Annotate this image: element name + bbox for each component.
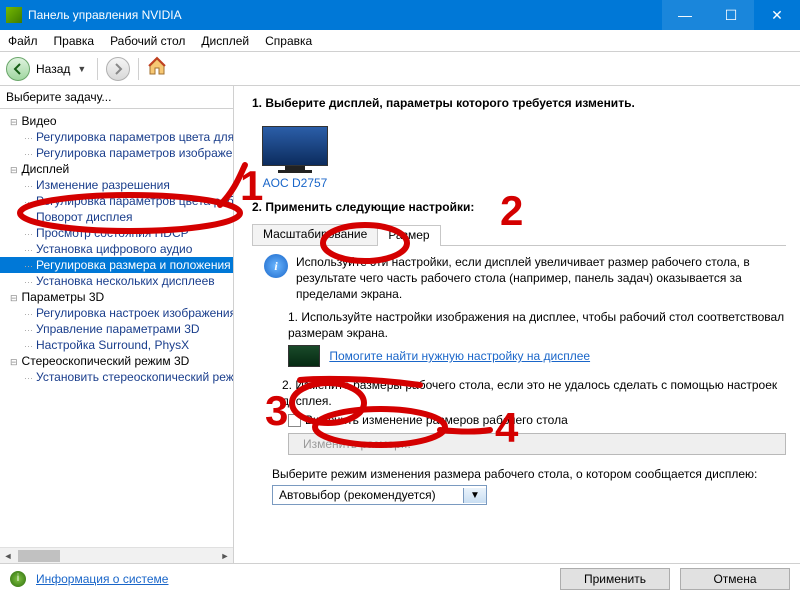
footer: i Информация о системе Применить Отмена	[0, 563, 800, 593]
close-button[interactable]: ✕	[754, 0, 800, 30]
tree-item-selected[interactable]: Регулировка размера и положения рабо	[0, 257, 233, 273]
home-icon	[147, 56, 167, 76]
titlebar: Панель управления NVIDIA — ☐ ✕	[0, 0, 800, 30]
minimize-button[interactable]: —	[662, 0, 708, 30]
tab-size[interactable]: Размер	[377, 225, 440, 246]
arrow-right-icon	[112, 63, 124, 75]
maximize-button[interactable]: ☐	[708, 0, 754, 30]
substep-2: 2. Измените размеры рабочего стола, если…	[282, 377, 786, 409]
menu-edit[interactable]: Правка	[46, 34, 103, 48]
tree-item[interactable]: Просмотр состояния HDCP	[0, 225, 233, 241]
scroll-left-arrow[interactable]: ◄	[0, 551, 16, 561]
tree-cat-3d[interactable]: Параметры 3D	[0, 289, 233, 305]
tabstrip: Масштабирование Размер	[252, 224, 786, 246]
info-icon: i	[264, 254, 288, 278]
resize-button[interactable]: Изменить размер...	[288, 433, 786, 455]
menu-display[interactable]: Дисплей	[193, 34, 257, 48]
tree-cat-stereo[interactable]: Стереоскопический режим 3D	[0, 353, 233, 369]
arrow-left-icon	[12, 63, 24, 75]
monitor-icon	[262, 126, 328, 172]
checkbox-label: Включить изменение размеров рабочего сто…	[305, 413, 568, 427]
mode-combobox[interactable]: Автовыбор (рекомендуется) ▼	[272, 485, 487, 505]
tree-item[interactable]: Управление параметрами 3D	[0, 321, 233, 337]
back-button[interactable]	[6, 57, 30, 81]
tree-item[interactable]: Изменение разрешения	[0, 177, 233, 193]
tree-item[interactable]: Регулировка параметров цвета для вид	[0, 129, 233, 145]
menu-desktop[interactable]: Рабочий стол	[102, 34, 193, 48]
step2-heading: 2. Применить следующие настройки:	[252, 200, 786, 214]
enable-resize-checkbox[interactable]	[288, 414, 301, 427]
display-settings-icon	[288, 345, 320, 367]
tree-body[interactable]: Видео Регулировка параметров цвета для в…	[0, 109, 233, 547]
menu-help[interactable]: Справка	[257, 34, 320, 48]
tree-item[interactable]: Регулировка параметров цвета рабочег	[0, 193, 233, 209]
tree-item[interactable]: Установить стереоскопический режим 3	[0, 369, 233, 385]
content-pane: 1. Выберите дисплей, параметры которого …	[234, 86, 800, 563]
tree-cat-video[interactable]: Видео	[0, 113, 233, 129]
menubar: Файл Правка Рабочий стол Дисплей Справка	[0, 30, 800, 52]
back-dropdown[interactable]: ▼	[74, 64, 89, 74]
tree-header: Выберите задачу...	[0, 86, 233, 109]
window-title: Панель управления NVIDIA	[28, 8, 182, 22]
chevron-down-icon: ▼	[463, 488, 486, 503]
cancel-button[interactable]: Отмена	[680, 568, 790, 590]
task-tree: Выберите задачу... Видео Регулировка пар…	[0, 86, 234, 563]
system-info-icon: i	[10, 571, 26, 587]
system-info-link[interactable]: Информация о системе	[36, 572, 168, 586]
forward-button[interactable]	[106, 57, 130, 81]
mode-label: Выберите режим изменения размера рабочег…	[272, 467, 786, 481]
substep-1: 1. Используйте настройки изображения на …	[288, 309, 786, 341]
tree-item[interactable]: Установка нескольких дисплеев	[0, 273, 233, 289]
tree-item[interactable]: Регулировка параметров изображения д	[0, 145, 233, 161]
tree-item[interactable]: Настройка Surround, PhysX	[0, 337, 233, 353]
info-text: Используйте эти настройки, если дисплей …	[296, 254, 786, 303]
combobox-value: Автовыбор (рекомендуется)	[273, 486, 463, 504]
apply-button[interactable]: Применить	[560, 568, 670, 590]
step1-heading: 1. Выберите дисплей, параметры которого …	[252, 96, 786, 110]
tree-item[interactable]: Установка цифрового аудио	[0, 241, 233, 257]
nvidia-icon	[6, 7, 22, 23]
display-name: AOC D2757	[262, 176, 328, 190]
scroll-thumb[interactable]	[18, 550, 60, 562]
scroll-right-arrow[interactable]: ►	[217, 551, 233, 561]
display-thumbnail[interactable]: AOC D2757	[262, 126, 328, 190]
tree-h-scrollbar[interactable]: ◄ ►	[0, 547, 233, 563]
tree-cat-display[interactable]: Дисплей	[0, 161, 233, 177]
tab-scaling[interactable]: Масштабирование	[252, 224, 378, 245]
toolbar: Назад ▼	[0, 52, 800, 86]
tree-item[interactable]: Поворот дисплея	[0, 209, 233, 225]
help-link[interactable]: Помогите найти нужную настройку на диспл…	[329, 349, 590, 363]
back-label: Назад	[36, 62, 70, 76]
home-button[interactable]	[147, 56, 167, 81]
menu-file[interactable]: Файл	[0, 34, 46, 48]
tree-item[interactable]: Регулировка настроек изображения с п	[0, 305, 233, 321]
